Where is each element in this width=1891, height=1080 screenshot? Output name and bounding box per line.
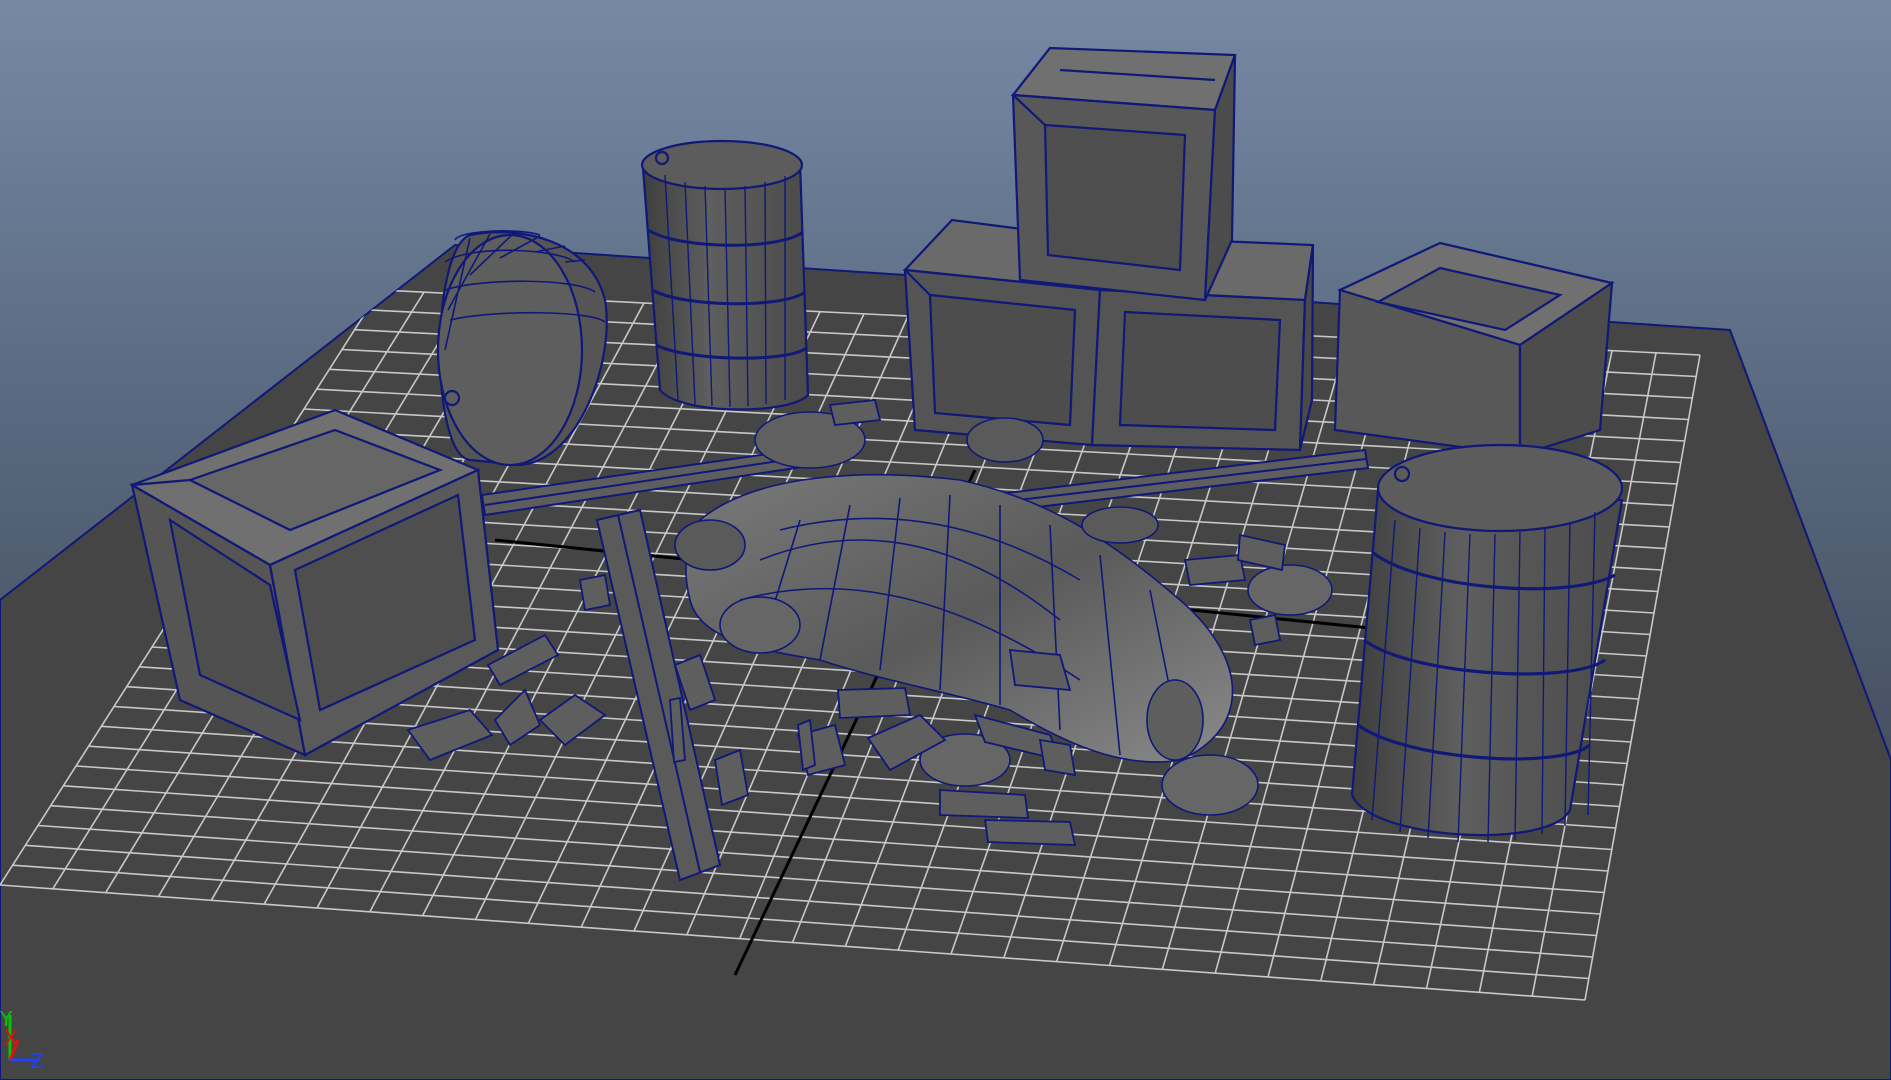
barrel-standing-back [640, 139, 810, 411]
viewport-scene[interactable]: Y X Z [0, 0, 1891, 1080]
crate-stack-top [1010, 46, 1237, 302]
crate-right [1333, 241, 1615, 457]
axis-x-label: X [4, 1026, 18, 1050]
axis-z-label: Z [30, 1049, 44, 1073]
3d-viewport[interactable]: Y X Z [0, 0, 1891, 1080]
